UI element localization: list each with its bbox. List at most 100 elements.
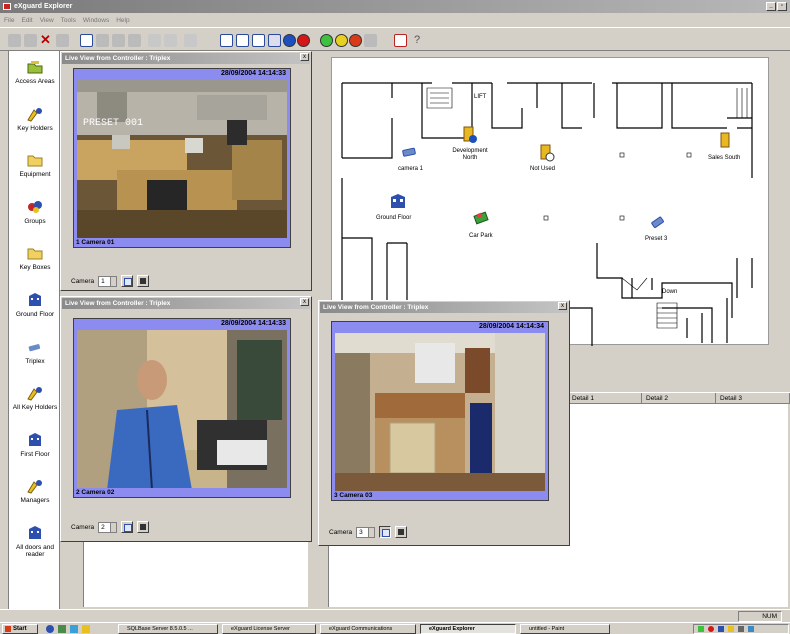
shortcut-bar: Access Areas Key Holders Equipment Group… [8,51,60,609]
network-icon[interactable] [364,34,377,47]
app-icon [3,3,11,10]
column-header-detail-2[interactable]: Detail 2 [642,393,716,403]
door-icon[interactable] [462,126,478,144]
menu-help[interactable]: Help [116,17,129,24]
camera-timestamp-1: 28/09/2004 14:14:33 [221,70,286,77]
live-view-window-1[interactable]: Live View from Controller : Triplex x 28… [60,51,312,291]
live-view-title-1: Live View from Controller : Triplex [62,53,310,64]
map-label-preset-3: Preset 3 [645,236,668,242]
camera-number-stepper-2[interactable]: 2 [98,521,118,533]
menu-view[interactable]: View [40,17,54,24]
menu-windows[interactable]: Windows [83,17,109,24]
red-status-icon[interactable] [349,34,362,47]
quick-launch-ie-icon[interactable] [46,625,54,633]
info-icon[interactable] [283,34,296,47]
task-communications[interactable]: eXguard Communications [320,624,416,634]
camera-controls-2: Camera 2 [71,521,150,533]
zoom-tool-icon[interactable] [236,34,249,47]
stop-button[interactable] [137,521,150,533]
tray-network-icon[interactable] [698,626,704,632]
task-explorer[interactable]: eXguard Explorer [420,624,516,634]
close-button[interactable]: x [300,53,309,61]
shortcut-ground-floor[interactable]: Ground Floor [9,292,61,318]
task-sqlbase-server[interactable]: SQLBase Server 8.5.0.5 ... [118,624,218,634]
quick-launch-folder-icon[interactable] [82,625,90,633]
door-icon[interactable] [539,144,555,162]
map-label-camera-1: camera 1 [398,166,424,172]
quick-launch-desktop-icon[interactable] [58,625,66,633]
camera-video-2[interactable] [77,330,287,488]
shortcut-all-key-holders[interactable]: All Key Holders [9,385,61,411]
menu-tools[interactable]: Tools [61,17,76,24]
camera-icon[interactable] [402,146,418,158]
camera-icon[interactable] [650,215,666,229]
yellow-status-icon[interactable] [335,34,348,47]
minimize-button[interactable]: _ [766,2,776,11]
small-icons-icon[interactable] [96,34,109,47]
tray-volume-icon[interactable] [728,626,734,632]
shortcut-managers[interactable]: Managers [9,478,61,504]
help-icon[interactable]: ? [414,34,427,47]
report-icon[interactable] [394,34,407,47]
quick-launch-outlook-icon[interactable] [70,625,78,633]
car-park-icon[interactable] [472,210,490,226]
column-header-detail-3[interactable]: Detail 3 [716,393,790,403]
pointer-icon[interactable] [148,34,161,47]
shortcut-triplex[interactable]: Triplex [9,339,61,365]
tray-sync-icon[interactable] [748,626,754,632]
details-view-icon[interactable] [128,34,141,47]
building-icon[interactable] [389,193,407,209]
camera-video-1[interactable]: PRESET 001 [77,80,287,238]
copy-icon[interactable] [8,34,21,47]
single-view-button[interactable] [121,521,134,533]
stop-button[interactable] [395,526,408,538]
camera-label-1: Camera [71,277,95,285]
paste-icon[interactable] [24,34,37,47]
arrow-tool-icon[interactable] [220,34,233,47]
map-tool-icon[interactable] [252,34,265,47]
task-license-server[interactable]: eXguard License Server [222,624,316,634]
camera-timestamp-3: 28/09/2004 14:14:34 [479,323,544,330]
delete-icon[interactable]: ✕ [40,33,53,47]
pencil-icon[interactable] [164,34,177,47]
windows-logo-icon [5,626,11,632]
restore-button[interactable]: ▫ [777,2,787,11]
menu-edit[interactable]: Edit [21,17,32,24]
close-button[interactable]: x [558,302,567,310]
menu-file[interactable]: File [4,17,14,24]
shortcut-key-boxes[interactable]: Key Boxes [9,245,61,271]
shortcut-all-doors-and-reader[interactable]: All doors and reader [9,525,61,558]
stop-button[interactable] [137,275,150,287]
shortcut-first-floor[interactable]: First Floor [9,432,61,458]
door-icon[interactable] [719,132,731,150]
live-view-window-3[interactable]: Live View from Controller : Triplex x 28… [318,300,570,546]
green-status-icon[interactable] [320,34,333,47]
tray-printer-icon[interactable] [738,626,744,632]
single-view-button[interactable] [379,526,392,538]
building-icon [29,433,41,446]
link-icon[interactable] [184,34,197,47]
shortcut-key-holders[interactable]: Key Holders [9,106,61,132]
shortcut-access-areas[interactable]: Access Areas [9,59,61,85]
tray-security-icon[interactable] [718,626,724,632]
single-view-button[interactable] [121,275,134,287]
close-button[interactable]: x [300,298,309,306]
alarm-icon[interactable] [297,34,310,47]
camera-video-3[interactable] [335,333,545,491]
live-view-window-2[interactable]: Live View from Controller : Triplex x 28… [60,296,312,542]
status-bar: NUM [0,609,790,622]
list-view-icon[interactable] [112,34,125,47]
start-button[interactable]: Start [2,624,38,634]
camera-caption-3: 3 Camera 03 [334,492,373,499]
column-header-detail-1[interactable]: Detail 1 [568,393,642,403]
task-paint[interactable]: untitled - Paint [520,624,610,634]
camera-number-stepper-3[interactable]: 3 [356,526,376,538]
camera-number-stepper-1[interactable]: 1 [98,275,118,287]
shortcut-groups[interactable]: Groups [9,199,61,225]
preset-overlay: PRESET 001 [83,118,144,129]
large-icons-icon[interactable] [80,34,93,47]
properties-icon[interactable] [56,34,69,47]
shortcut-equipment[interactable]: Equipment [9,152,61,178]
tray-alert-icon[interactable] [708,626,714,632]
globe-icon[interactable] [268,34,281,47]
